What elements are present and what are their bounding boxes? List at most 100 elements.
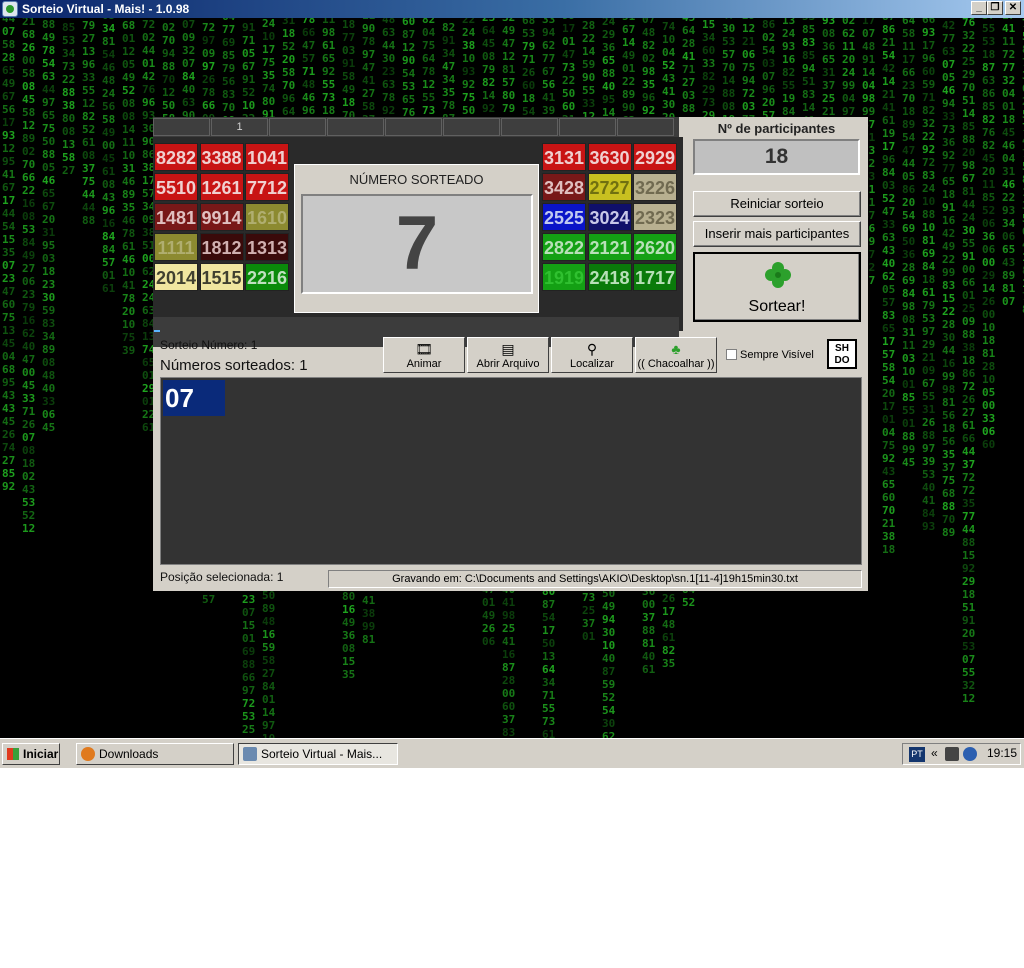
participant-number-cell[interactable]: 2121	[587, 233, 632, 261]
minimize-button[interactable]: _	[971, 1, 987, 15]
participant-number-cell[interactable]: 2525	[542, 203, 586, 231]
shake-label: (( Chacoalhar ))	[637, 358, 715, 370]
participant-number-cell[interactable]: 3024	[587, 203, 632, 231]
participant-number-cell[interactable]: 1610	[245, 203, 289, 231]
maximize-button[interactable]: ❐	[987, 1, 1003, 15]
reset-draw-button[interactable]: Reiniciar sorteio	[693, 191, 861, 217]
close-button[interactable]: ✕	[1005, 1, 1021, 15]
participant-number-cell[interactable]: 5510	[154, 173, 198, 201]
group-tab[interactable]	[501, 118, 558, 136]
drawn-number-display: 7	[301, 194, 533, 294]
start-button[interactable]: Iniciar	[2, 743, 60, 765]
group-tab[interactable]	[559, 118, 616, 136]
taskbar-item-downloads[interactable]: Downloads	[76, 743, 234, 765]
participant-number-cell[interactable]: 8282	[154, 143, 198, 171]
system-tray: PT « 19:15	[902, 743, 1021, 765]
group-tab[interactable]	[617, 118, 674, 136]
participant-number-cell[interactable]: 7712	[245, 173, 289, 201]
group-tabs: 1	[153, 117, 679, 137]
participants-panel: Nº de participantes 18	[685, 117, 868, 181]
matrix-column: 4050878621544214214161191796840352473363…	[882, 18, 896, 556]
always-visible-label: Sempre Visível	[740, 349, 814, 361]
matrix-column: 0534815446482456584900456108439616848457…	[102, 18, 116, 295]
participant-number-cell[interactable]: 1481	[154, 203, 198, 231]
participant-number-cell[interactable]: 2620	[633, 233, 677, 261]
participant-number-cell[interactable]: 1041	[245, 143, 289, 171]
group-tab[interactable]: 1	[211, 118, 268, 136]
participant-number-cell[interactable]: 2323	[633, 203, 677, 231]
selected-position-label: Posição selecionada: 1	[160, 570, 284, 584]
participant-number-cell[interactable]: 2929	[633, 143, 677, 171]
number-board: 8282 3388 1041 5510 1261 7712 1481 9914 1610 1111…	[153, 137, 683, 347]
tray-network-icon[interactable]	[963, 747, 977, 761]
draw-button-label: Sortear!	[748, 298, 806, 315]
participant-number-cell[interactable]: 1313	[245, 233, 289, 261]
magnifier-icon: ⚲	[586, 341, 598, 357]
participant-number-cell[interactable]: 1111	[154, 233, 198, 261]
windows-logo-icon	[7, 748, 19, 760]
participant-number-cell[interactable]: 9914	[199, 203, 244, 231]
open-file-button[interactable]: ▤ Abrir Arquivo	[467, 337, 549, 373]
matrix-column: 1741117277320401184546043146229334066543…	[1002, 18, 1016, 308]
matrix-column: 1144075828654967561793129541671744541535…	[2, 18, 16, 493]
group-tab[interactable]	[269, 118, 326, 136]
participant-number-cell[interactable]: 1515	[199, 263, 244, 291]
app-icon	[2, 1, 18, 17]
matrix-column: 2137555318876386858276824520118552063606…	[982, 18, 996, 451]
insert-participants-button[interactable]: Inserir mais participantes	[693, 221, 861, 247]
main-panel: 1 8282 3388 1041 5510 1261 7712 1481 9914 1610 11…	[153, 117, 868, 591]
participant-number-cell[interactable]: 1919	[542, 263, 586, 291]
participant-number-cell[interactable]: 2014	[154, 263, 198, 291]
taskbar: Iniciar Downloads Sorteio Virtual - Mais…	[0, 738, 1024, 768]
participant-number-cell[interactable]: 2216	[245, 263, 289, 291]
participant-number-cell[interactable]: 2822	[542, 233, 586, 261]
taskbar-item-sorteio[interactable]: Sorteio Virtual - Mais...	[238, 743, 398, 765]
matrix-column: 9045884978546344976575508805466567203195…	[42, 18, 56, 434]
participant-number-cell[interactable]: 3226	[633, 173, 677, 201]
animate-label: Animar	[406, 358, 442, 370]
group-tab[interactable]	[327, 118, 384, 136]
clover-small-icon: ♣	[671, 341, 681, 357]
draw-button[interactable]: Sortear!	[693, 252, 861, 322]
drawn-results-area[interactable]: 07	[160, 377, 862, 565]
participant-number-cell[interactable]: 1261	[199, 173, 244, 201]
group-tab[interactable]	[385, 118, 442, 136]
language-indicator[interactable]: PT	[909, 747, 925, 762]
matrix-column: 1489427763070546943373369277651891164249…	[942, 18, 956, 539]
checkbox-box[interactable]	[726, 349, 737, 360]
taskbar-item-label: Downloads	[99, 747, 159, 761]
participant-number-cell[interactable]: 2418	[587, 263, 632, 291]
firefox-icon	[81, 747, 95, 761]
matrix-column: 9279271396335512825261083775444488	[82, 18, 96, 227]
shdo-logo: SH DO	[827, 339, 857, 369]
group-tab[interactable]	[153, 118, 210, 136]
result-chip[interactable]: 07	[163, 380, 225, 416]
drawn-count-label: Números sorteados: 1	[160, 357, 308, 374]
tray-app-icon[interactable]	[945, 747, 959, 761]
participants-count: 18	[693, 139, 860, 175]
participant-number-cell[interactable]: 1812	[199, 233, 244, 261]
clover-icon	[765, 262, 791, 288]
participant-number-cell[interactable]: 3388	[199, 143, 244, 171]
animate-button[interactable]: 🎞 Animar	[383, 337, 465, 373]
participant-number-cell[interactable]: 1717	[633, 263, 677, 291]
matrix-column: 76 32 22 25 29 70 51 14 85 88 20 98 67 81 44 24 30 55 91 00…	[962, 18, 976, 705]
progress-marker	[154, 330, 160, 332]
always-visible-checkbox[interactable]: Sempre Visível	[726, 349, 814, 361]
locate-button[interactable]: ⚲ Localizar	[551, 337, 633, 373]
document-icon: ▤	[501, 341, 515, 357]
tray-expand-chevron[interactable]: «	[931, 746, 938, 760]
desktop-screen: 1144075828654967561793129541671744541535…	[0, 0, 1024, 768]
participant-number-cell[interactable]: 3428	[542, 173, 586, 201]
participant-number-cell[interactable]: 3630	[587, 143, 632, 171]
participant-number-cell[interactable]: 3131	[542, 143, 586, 171]
group-tab[interactable]	[443, 118, 500, 136]
participant-number-cell[interactable]: 2727	[587, 173, 632, 201]
drawn-number-value: 7	[395, 201, 439, 286]
matrix-column: 5532216826005808455812890270662216085384…	[22, 18, 36, 535]
film-icon: 🎞	[415, 341, 433, 357]
window-title-bar[interactable]: Sorteio Virtual - Mais! - 1.0.98 _ ❐ ✕	[0, 0, 1024, 18]
shake-button[interactable]: ♣ (( Chacoalhar ))	[635, 337, 717, 373]
open-file-label: Abrir Arquivo	[476, 358, 540, 370]
draw-number-label: Sorteio Número: 1	[160, 338, 258, 352]
